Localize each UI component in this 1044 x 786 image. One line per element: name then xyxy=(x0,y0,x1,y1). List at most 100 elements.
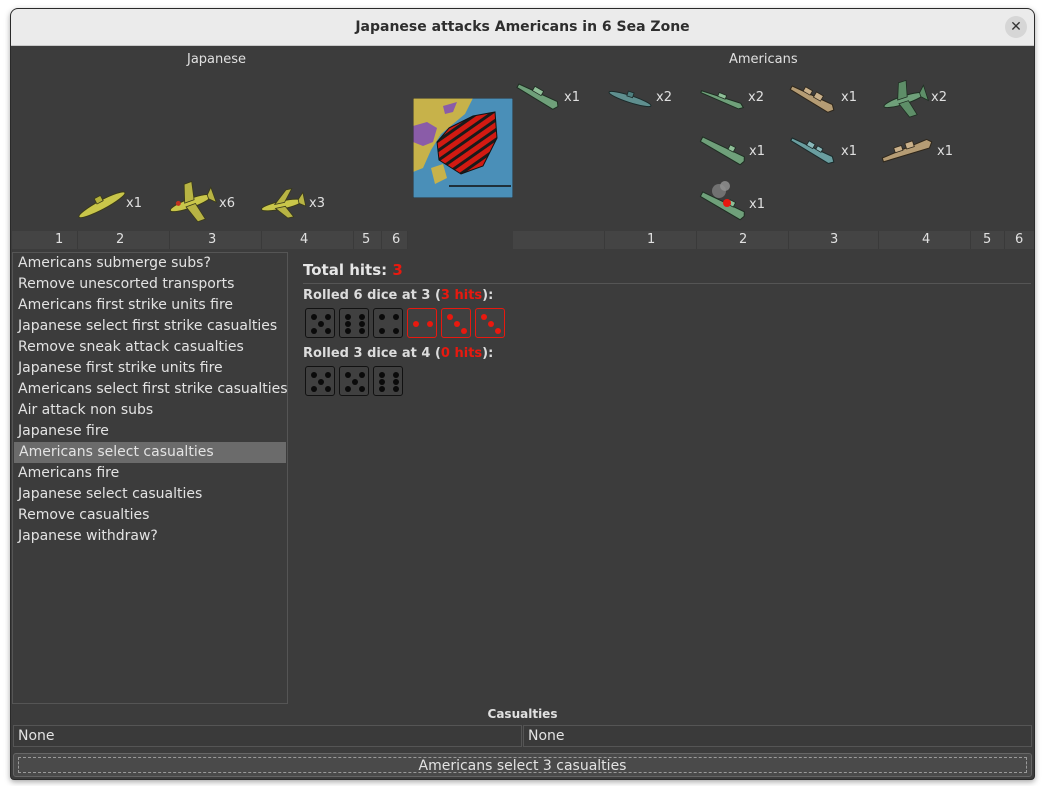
die-pip xyxy=(393,328,399,334)
total-hits-label: Total hits: xyxy=(303,261,393,279)
step-item[interactable]: Japanese withdraw? xyxy=(13,526,287,547)
die-pip xyxy=(311,328,317,334)
carrier-icon xyxy=(699,136,745,166)
defender-transport-unit: x1 xyxy=(513,73,593,117)
die-pip xyxy=(461,328,467,334)
window-title: Japanese attacks Americans in 6 Sea Zone xyxy=(355,19,690,35)
defender-label: Americans xyxy=(729,52,798,67)
step-item[interactable]: Air attack non subs xyxy=(13,400,287,421)
defender-destroyer-count: x2 xyxy=(748,90,764,105)
attacker-submarine-count: x1 xyxy=(126,196,142,211)
action-button-label: Americans select 3 casualties xyxy=(18,757,1027,774)
roll-summary: Rolled 6 dice at 3 (3 hits): xyxy=(303,288,1033,306)
defender-die-col-2: 2 xyxy=(739,232,748,247)
roll-prefix: Rolled 6 dice at 3 ( xyxy=(303,288,441,303)
battle-window: Japanese attacks Americans in 6 Sea Zone… xyxy=(10,8,1035,780)
attacker-die-col-2: 2 xyxy=(116,232,125,247)
attacker-bomber-unit: x3 xyxy=(257,185,337,225)
defender-die-col-5: 5 xyxy=(983,232,992,247)
step-item[interactable]: Americans fire xyxy=(13,463,287,484)
die-pip xyxy=(345,372,351,378)
close-button[interactable]: ✕ xyxy=(1005,16,1027,38)
die-pip xyxy=(345,386,351,392)
defender-damaged-carrier-unit: x1 xyxy=(697,177,777,227)
die-face xyxy=(305,366,335,396)
die-pip xyxy=(379,372,385,378)
die-face xyxy=(339,308,369,338)
roll-suffix: ): xyxy=(482,288,494,303)
step-item[interactable]: Japanese select first strike casualties xyxy=(13,316,287,337)
die-pip xyxy=(311,314,317,320)
defender-die-col-3: 3 xyxy=(830,232,839,247)
total-hits-value: 3 xyxy=(392,261,403,279)
sea-zone-map xyxy=(412,97,514,199)
step-item[interactable]: Americans submerge subs? xyxy=(13,253,287,274)
attacker-label: Japanese xyxy=(187,52,247,67)
die-pip xyxy=(447,314,453,320)
transport-icon xyxy=(516,83,559,110)
die-pip xyxy=(359,321,365,327)
total-hits: Total hits: 3 xyxy=(303,261,1033,281)
die-pip xyxy=(393,314,399,320)
die-face-hit xyxy=(475,308,505,338)
die-pip xyxy=(454,321,460,327)
defender-die-col-1: 1 xyxy=(647,232,656,247)
step-item[interactable]: Americans select first strike casualties xyxy=(13,379,287,400)
results-divider xyxy=(303,283,1031,284)
step-item[interactable]: Remove sneak attack casualties xyxy=(13,337,287,358)
die-pip xyxy=(345,314,351,320)
die-pip xyxy=(393,372,399,378)
attacker-fighter-unit: x6 xyxy=(165,179,245,227)
sea-zone-map-icon xyxy=(412,97,514,199)
step-item[interactable]: Remove casualties xyxy=(13,505,287,526)
defender-battleship-unit: x1 xyxy=(787,75,867,121)
dice-row xyxy=(303,364,1033,404)
die-pip xyxy=(345,328,351,334)
destroyer-icon xyxy=(700,90,745,110)
die-pip xyxy=(325,314,331,320)
defender-battleship-2-count: x1 xyxy=(937,144,953,159)
die-pip xyxy=(359,386,365,392)
submarine-icon xyxy=(608,90,652,108)
roll-prefix: Rolled 3 dice at 4 ( xyxy=(303,346,441,361)
attacker-die-col-5: 5 xyxy=(362,232,371,247)
battle-steps-list[interactable]: Americans submerge subs? Remove unescort… xyxy=(12,252,288,704)
die-pip xyxy=(379,328,385,334)
step-item[interactable]: Remove unescorted transports xyxy=(13,274,287,295)
defender-carrier-count: x1 xyxy=(749,144,765,159)
damaged-carrier-icon xyxy=(699,181,745,221)
defender-die-col-6: 6 xyxy=(1015,232,1024,247)
roll-suffix: ): xyxy=(482,346,494,361)
step-item-selected[interactable]: Americans select casualties xyxy=(14,442,286,463)
step-item[interactable]: Japanese fire xyxy=(13,421,287,442)
step-item[interactable]: Japanese select casualties xyxy=(13,484,287,505)
die-pip xyxy=(325,386,331,392)
defender-battleship-2-unit: x1 xyxy=(879,127,959,173)
battleship-icon xyxy=(881,138,933,163)
die-pip xyxy=(488,321,494,327)
fighter-icon xyxy=(883,79,929,118)
die-pip xyxy=(427,321,433,327)
die-pip xyxy=(359,314,365,320)
die-face xyxy=(305,308,335,338)
die-pip xyxy=(379,379,385,385)
die-pip xyxy=(318,379,324,385)
defender-die-columns: 1 2 3 4 5 6 xyxy=(513,231,1034,249)
die-pip xyxy=(379,386,385,392)
defender-submarine-count: x2 xyxy=(656,90,672,105)
cruiser-icon xyxy=(790,137,835,165)
casualties-header: Casualties xyxy=(487,707,558,721)
attacker-bomber-count: x3 xyxy=(309,196,325,211)
attacker-casualties: None xyxy=(13,725,522,747)
die-face-hit xyxy=(407,308,437,338)
die-pip xyxy=(359,372,365,378)
dice-row xyxy=(303,306,1033,346)
step-item[interactable]: Americans first strike units fire xyxy=(13,295,287,316)
step-item[interactable]: Japanese first strike units fire xyxy=(13,358,287,379)
attacker-die-col-4: 4 xyxy=(300,232,309,247)
action-button[interactable]: Americans select 3 casualties xyxy=(13,753,1032,777)
die-pip xyxy=(345,321,351,327)
defender-damaged-carrier-count: x1 xyxy=(749,197,765,212)
roll-hits: 0 hits xyxy=(440,346,483,361)
fighter-icon xyxy=(169,180,217,223)
